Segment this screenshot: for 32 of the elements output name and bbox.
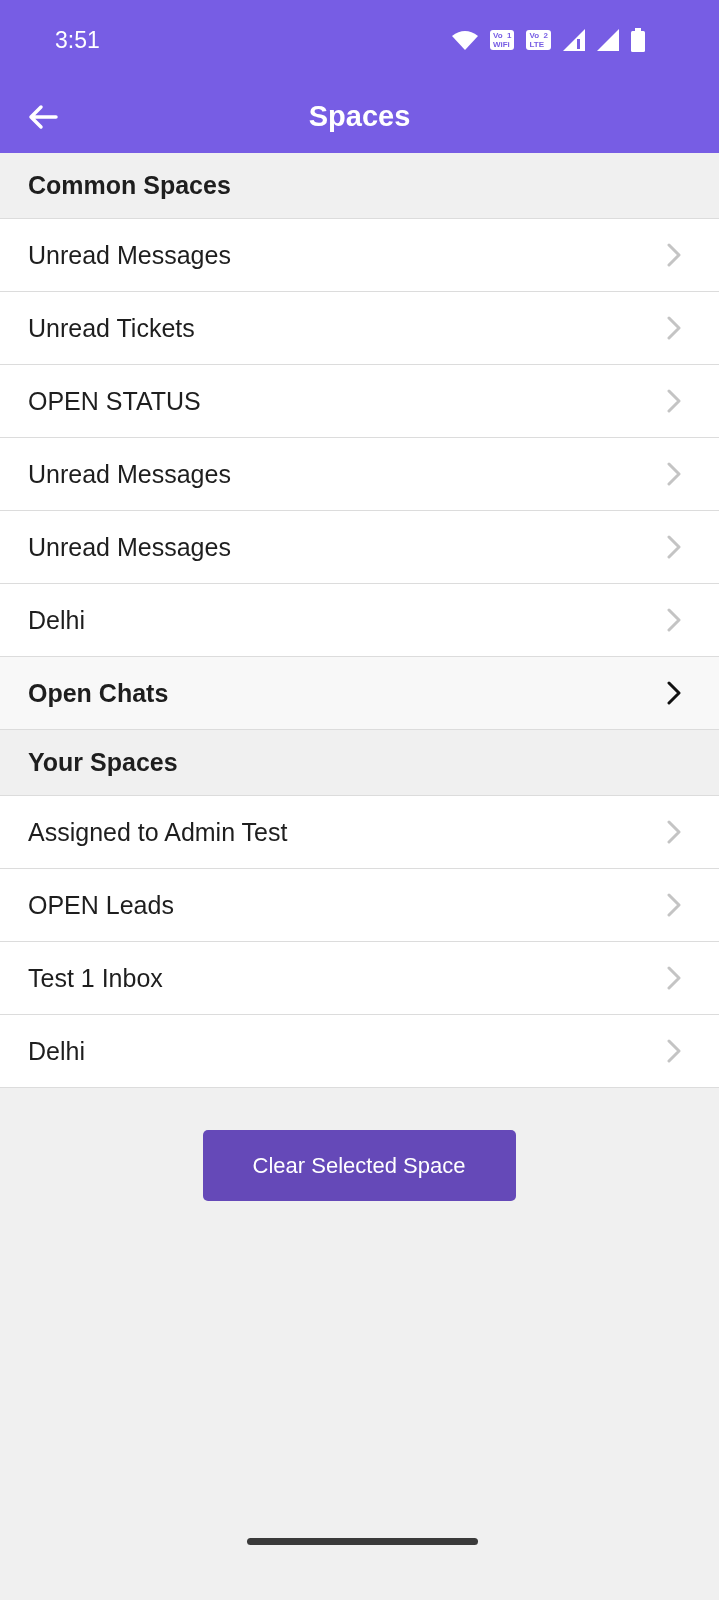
- space-item[interactable]: Delhi: [0, 1015, 719, 1088]
- chevron-right-icon: [667, 243, 681, 267]
- space-item[interactable]: OPEN STATUS: [0, 365, 719, 438]
- back-arrow-icon: [28, 103, 58, 130]
- space-item[interactable]: Unread Messages: [0, 511, 719, 584]
- volte-badge: Vo 1 WiFi: [489, 30, 515, 50]
- space-item[interactable]: OPEN Leads: [0, 869, 719, 942]
- signal-icon: [563, 29, 585, 51]
- space-item[interactable]: Test 1 Inbox: [0, 942, 719, 1015]
- space-item[interactable]: Unread Messages: [0, 438, 719, 511]
- space-item[interactable]: Open Chats: [0, 657, 719, 730]
- wifi-icon: [451, 30, 478, 50]
- battery-icon: [631, 28, 645, 52]
- signal-icon: [597, 29, 619, 51]
- space-item[interactable]: Unread Messages: [0, 219, 719, 292]
- chevron-right-icon: [667, 462, 681, 486]
- chevron-right-icon: [667, 893, 681, 917]
- chevron-right-icon: [667, 389, 681, 413]
- volte-badge: Vo 2 LTE: [526, 30, 551, 50]
- space-item[interactable]: Delhi: [0, 584, 719, 657]
- chevron-right-icon: [667, 820, 681, 844]
- chevron-right-icon: [667, 966, 681, 990]
- chevron-right-icon: [667, 316, 681, 340]
- chevron-right-icon: [667, 535, 681, 559]
- space-item[interactable]: Unread Tickets: [0, 292, 719, 365]
- clear-selected-space-button[interactable]: Clear Selected Space: [202, 1130, 516, 1201]
- space-item[interactable]: Assigned to Admin Test: [0, 796, 719, 869]
- chevron-right-icon: [667, 608, 681, 632]
- chevron-right-icon: [667, 681, 681, 705]
- status-time: 3:51: [55, 26, 100, 54]
- chevron-right-icon: [667, 1039, 681, 1063]
- screen-title: Spaces: [308, 100, 411, 133]
